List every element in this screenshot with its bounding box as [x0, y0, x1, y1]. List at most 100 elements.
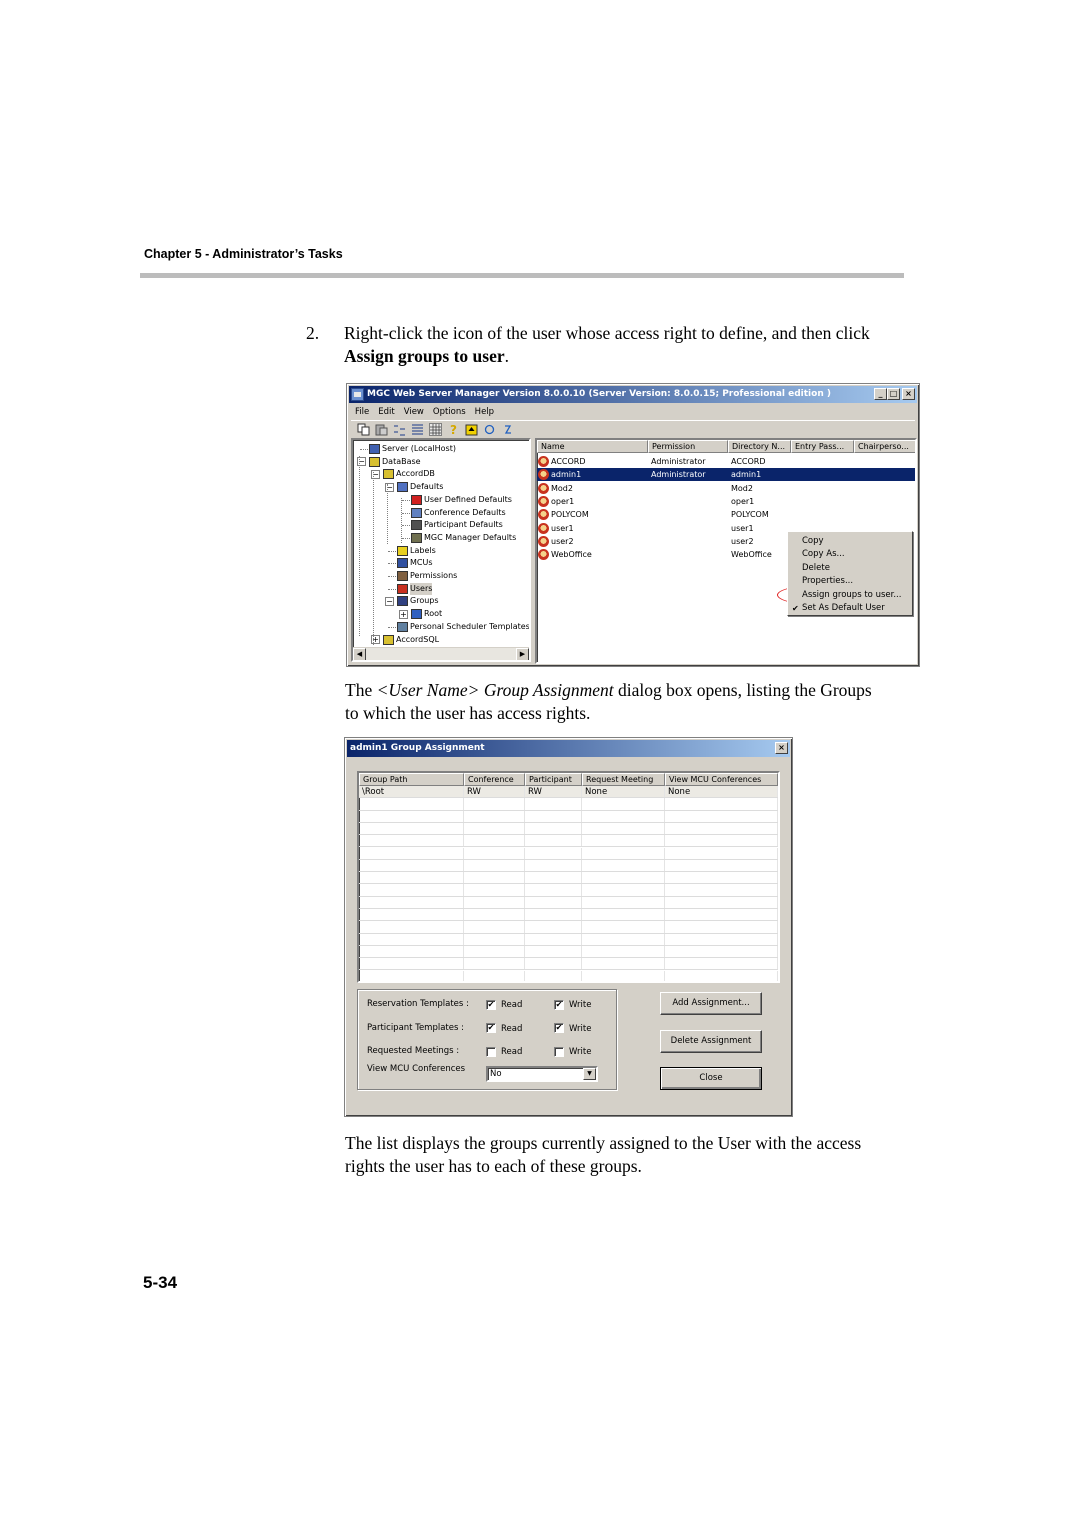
chevron-down-icon[interactable]: ▼	[583, 1068, 596, 1080]
col-chairperson[interactable]: Chairperso...	[854, 440, 915, 453]
tree-item[interactable]: Groups	[397, 595, 439, 607]
delete-assignment-button[interactable]: Delete Assignment	[660, 1030, 762, 1053]
empty-row[interactable]	[359, 798, 778, 811]
col-group-path[interactable]: Group Path	[359, 773, 464, 786]
assignment-cell	[464, 933, 525, 945]
tree-item[interactable]: MCUs	[397, 557, 433, 569]
write-checkbox[interactable]: ✔	[554, 1023, 564, 1033]
user-row[interactable]: ACCORD Administrator ACCORD	[537, 455, 915, 468]
tree-item[interactable]: Server (LocalHost)	[369, 443, 456, 455]
context-menu-item[interactable]: Delete	[802, 562, 830, 575]
tree-expander[interactable]: −	[385, 596, 394, 606]
view-mcu-select[interactable]: No ▼	[486, 1066, 598, 1082]
tree-item[interactable]: Defaults	[397, 481, 443, 493]
tree-item[interactable]: AccordDB	[383, 468, 435, 480]
context-menu-item[interactable]: Set As Default User	[802, 602, 885, 615]
manager-title: MGC Web Server Manager Version 8.0.0.10 …	[367, 389, 831, 399]
tree-item[interactable]: Labels	[397, 545, 436, 557]
write-checkbox[interactable]	[554, 1046, 564, 1057]
user-row[interactable]: Mod2 Mod2	[537, 482, 915, 495]
col-name[interactable]: Name	[537, 440, 648, 453]
empty-row[interactable]	[359, 835, 778, 848]
tree-item-label: AccordSQL	[396, 634, 440, 644]
up-folder-icon[interactable]	[465, 423, 478, 436]
tree-item[interactable]: AccordSQL	[383, 634, 439, 646]
empty-row[interactable]	[359, 921, 778, 934]
scroll-left-button[interactable]: ◀	[353, 648, 366, 660]
empty-row[interactable]	[359, 933, 778, 946]
empty-row[interactable]	[359, 945, 778, 959]
tree-item[interactable]: Conference Defaults	[411, 507, 506, 519]
minimize-button[interactable]: _	[874, 388, 887, 400]
details-icon[interactable]	[411, 423, 424, 436]
col-conference[interactable]: Conference	[464, 773, 525, 786]
empty-row[interactable]	[359, 847, 778, 860]
user-row[interactable]: POLYCOM POLYCOM	[537, 508, 915, 521]
empty-row[interactable]	[359, 859, 778, 873]
refresh-icon[interactable]	[483, 423, 496, 436]
templates-icon	[397, 621, 408, 632]
write-checkbox[interactable]: ✔	[554, 999, 564, 1010]
tree-expander[interactable]: +	[399, 609, 408, 619]
scroll-right-button[interactable]: ▶	[516, 648, 529, 660]
context-menu-item[interactable]: Assign groups to user...	[802, 589, 901, 602]
read-checkbox[interactable]: ✔	[486, 999, 496, 1010]
empty-row[interactable]	[359, 810, 778, 823]
menu-edit[interactable]: Edit	[378, 405, 394, 419]
col-directory[interactable]: Directory N...	[728, 440, 791, 453]
empty-row[interactable]	[359, 909, 778, 922]
close-button[interactable]: ×	[902, 388, 915, 400]
assignment-cell	[582, 970, 665, 981]
empty-row[interactable]	[359, 896, 778, 909]
horizontal-scrollbar[interactable]: ◀ ▶	[353, 647, 529, 660]
read-checkbox[interactable]	[486, 1046, 496, 1057]
users-list[interactable]: Name Permission Directory N... Entry Pas…	[535, 438, 917, 664]
tree-item[interactable]: Permissions	[397, 570, 457, 582]
user-name: POLYCOM	[551, 510, 589, 520]
empty-row[interactable]	[359, 822, 778, 836]
menu-file[interactable]: File	[355, 405, 369, 419]
tree-pane[interactable]: Server (LocalHost) − DataBase − AccordDB − Def…	[351, 438, 531, 662]
empty-row[interactable]	[359, 872, 778, 885]
menu-options[interactable]: Options	[433, 405, 466, 419]
paste-icon[interactable]	[375, 423, 388, 436]
add-assignment-button[interactable]: Add Assignment...	[660, 992, 762, 1015]
user-row[interactable]: admin1 Administrator admin1	[537, 468, 915, 482]
tree-connector	[388, 588, 396, 590]
list-icon[interactable]	[393, 423, 406, 436]
tree-item[interactable]: DataBase	[369, 456, 421, 468]
maximize-button[interactable]: □	[887, 388, 900, 400]
assignment-cell	[359, 872, 464, 884]
dialog-close-button[interactable]: ×	[775, 742, 788, 754]
assignment-cell	[464, 945, 525, 958]
help-icon[interactable]: ?	[447, 423, 460, 437]
menu-view[interactable]: View	[404, 405, 424, 419]
empty-row[interactable]	[359, 958, 778, 971]
tree-item[interactable]: User Defined Defaults	[411, 494, 512, 506]
col-entry-pass[interactable]: Entry Pass...	[791, 440, 854, 453]
copy-icon[interactable]	[357, 423, 370, 436]
tree-item[interactable]: Personal Scheduler Templates	[397, 621, 529, 633]
empty-row[interactable]	[359, 884, 778, 897]
context-menu-item[interactable]: Copy As...	[802, 548, 845, 561]
reconnect-icon[interactable]	[501, 423, 514, 436]
tree-item[interactable]: Users	[397, 582, 433, 595]
close-dialog-button[interactable]: Close	[660, 1067, 762, 1090]
context-menu-item[interactable]: Properties...	[802, 575, 853, 588]
menu-help[interactable]: Help	[475, 405, 494, 419]
context-menu-item[interactable]: Copy	[802, 535, 824, 548]
user-row[interactable]: oper1 oper1	[537, 495, 915, 508]
col-participant[interactable]: Participant	[525, 773, 582, 786]
tree-item[interactable]: MGC Manager Defaults	[411, 532, 516, 544]
root-group-icon	[411, 609, 422, 620]
tree-item[interactable]: Root	[411, 608, 442, 620]
group-assignment-list[interactable]: Group Path Conference Participant Reques…	[357, 771, 780, 983]
col-view-mcu[interactable]: View MCU Conferences	[665, 773, 778, 786]
col-request-meeting[interactable]: Request Meeting	[582, 773, 665, 786]
tree-item[interactable]: Participant Defaults	[411, 519, 503, 531]
assignment-row[interactable]: \Root RW RW None None	[359, 786, 778, 799]
empty-row[interactable]	[359, 970, 778, 981]
grid-icon[interactable]	[429, 423, 442, 436]
col-permission[interactable]: Permission	[648, 440, 728, 453]
read-checkbox[interactable]: ✔	[486, 1023, 496, 1033]
